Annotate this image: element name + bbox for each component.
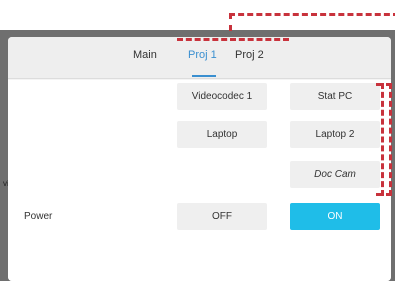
source-grid: Videocodec 1 Stat PC Laptop Laptop 2 Doc… <box>8 80 391 281</box>
annotation-dash-top-vertical <box>229 13 232 31</box>
videocodec-1-button[interactable]: Videocodec 1 <box>177 83 267 110</box>
tab-proj-1[interactable]: Proj 1 <box>188 49 217 61</box>
annotation-dash-box <box>376 83 392 196</box>
stat-pc-button[interactable]: Stat PC <box>290 83 380 110</box>
tab-bar: Main Proj 1 Proj 2 <box>8 37 391 79</box>
power-on-button[interactable]: ON <box>290 203 380 230</box>
control-panel: Main Proj 1 Proj 2 Videocodec 1 Stat PC … <box>8 37 391 281</box>
annotation-dash-left <box>381 83 384 196</box>
tab-proj-2[interactable]: Proj 2 <box>235 49 264 61</box>
annotation-dash-top <box>229 13 395 16</box>
tab-main[interactable]: Main <box>133 49 157 61</box>
active-tab-indicator <box>192 75 216 77</box>
annotation-dash-tab <box>177 38 289 41</box>
power-label: Power <box>24 211 53 222</box>
laptop-button[interactable]: Laptop <box>177 121 267 148</box>
laptop-2-button[interactable]: Laptop 2 <box>290 121 380 148</box>
power-off-button[interactable]: OFF <box>177 203 267 230</box>
doc-cam-button[interactable]: Doc Cam <box>290 161 380 188</box>
